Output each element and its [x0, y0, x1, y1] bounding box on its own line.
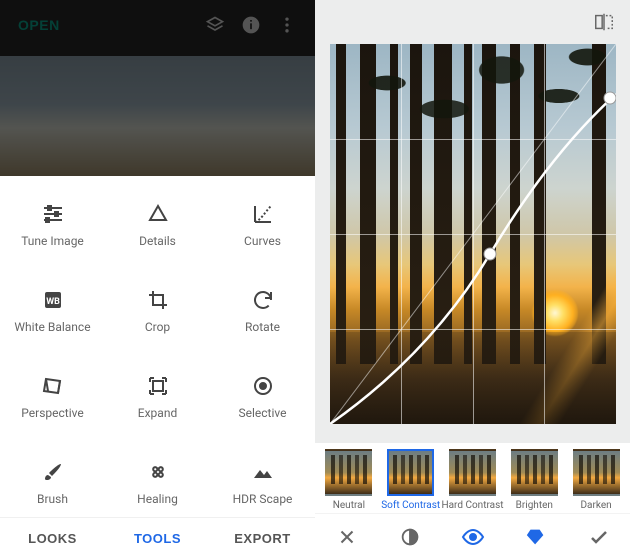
tool-label: Expand — [138, 407, 177, 421]
compare-icon[interactable] — [586, 4, 622, 40]
preset-neutral[interactable]: Neutral — [321, 449, 377, 511]
healing-icon — [145, 459, 171, 485]
preset-soft-contrast[interactable]: Soft Contrast — [383, 449, 439, 511]
details-icon — [145, 201, 171, 227]
tool-label: Details — [139, 235, 176, 249]
preset-thumb — [325, 449, 372, 496]
preset-label: Soft Contrast — [381, 500, 440, 511]
hdr-icon — [250, 459, 276, 485]
tool-perspective[interactable]: Perspective — [0, 354, 105, 440]
cancel-button[interactable] — [327, 517, 367, 557]
curves-icon — [250, 201, 276, 227]
preset-thumb — [387, 449, 434, 496]
tool-hdr-scape[interactable]: HDR Scape — [210, 440, 315, 517]
reference-button[interactable] — [516, 517, 556, 557]
curves-editor: Neutral Soft Contrast Hard Contrast Brig… — [315, 0, 630, 559]
perspective-icon — [40, 373, 66, 399]
preset-label: Brighten — [516, 500, 553, 511]
preset-thumb — [573, 449, 620, 496]
tool-expand[interactable]: Expand — [105, 354, 210, 440]
tool-selective[interactable]: Selective — [210, 354, 315, 440]
preset-label: Hard Contrast — [441, 500, 503, 511]
tool-crop[interactable]: Crop — [105, 268, 210, 354]
editor-topbar — [315, 0, 630, 44]
preset-label: Neutral — [333, 500, 365, 511]
white-balance-icon: WB — [40, 287, 66, 313]
open-button[interactable]: OPEN — [10, 11, 68, 39]
expand-icon — [145, 373, 171, 399]
tool-label: HDR Scape — [233, 493, 293, 507]
preset-label: Darken — [580, 500, 611, 511]
tool-rotate[interactable]: Rotate — [210, 268, 315, 354]
preset-thumb — [511, 449, 558, 496]
preset-darken[interactable]: Darken — [568, 449, 624, 511]
tools-panel: OPEN Tune Image — [0, 0, 315, 559]
bottom-tabs: LOOKS TOOLS EXPORT — [0, 517, 315, 559]
tool-label: Rotate — [245, 321, 280, 335]
tool-label: Selective — [239, 407, 287, 421]
selective-icon — [250, 373, 276, 399]
action-bar — [315, 513, 630, 559]
tool-details[interactable]: Details — [105, 182, 210, 268]
tab-export[interactable]: EXPORT — [210, 518, 315, 559]
tool-label: White Balance — [14, 321, 90, 335]
crop-icon — [145, 287, 171, 313]
tool-label: Tune Image — [21, 235, 84, 249]
tool-label: Perspective — [21, 407, 83, 421]
brush-icon — [40, 459, 66, 485]
tool-curves[interactable]: Curves — [210, 182, 315, 268]
tool-label: Curves — [244, 235, 281, 249]
tool-tune-image[interactable]: Tune Image — [0, 182, 105, 268]
tool-label: Crop — [145, 321, 170, 335]
layers-icon[interactable] — [197, 7, 233, 43]
tool-label: Brush — [37, 493, 68, 507]
apply-button[interactable] — [579, 517, 619, 557]
image-canvas[interactable] — [330, 44, 616, 424]
preset-strip: Neutral Soft Contrast Hard Contrast Brig… — [315, 443, 630, 513]
info-icon[interactable] — [233, 7, 269, 43]
tool-healing[interactable]: Healing — [105, 440, 210, 517]
top-bar: OPEN — [0, 0, 315, 50]
rotate-icon — [250, 287, 276, 313]
luminance-button[interactable] — [390, 517, 430, 557]
more-icon[interactable] — [269, 7, 305, 43]
tool-label: Healing — [137, 493, 178, 507]
tab-tools[interactable]: TOOLS — [105, 518, 210, 559]
preset-hard-contrast[interactable]: Hard Contrast — [445, 449, 501, 511]
preset-brighten[interactable]: Brighten — [506, 449, 562, 511]
preset-thumb — [449, 449, 496, 496]
tool-brush[interactable]: Brush — [0, 440, 105, 517]
background-photo — [0, 56, 315, 176]
editor-header-dimmed: OPEN — [0, 0, 315, 176]
tool-white-balance[interactable]: WB White Balance — [0, 268, 105, 354]
channel-button[interactable] — [453, 517, 493, 557]
tab-looks[interactable]: LOOKS — [0, 518, 105, 559]
sliders-icon — [40, 201, 66, 227]
svg-text:WB: WB — [46, 297, 60, 307]
tool-grid: Tune Image Details Curves WB White Balan… — [0, 176, 315, 517]
